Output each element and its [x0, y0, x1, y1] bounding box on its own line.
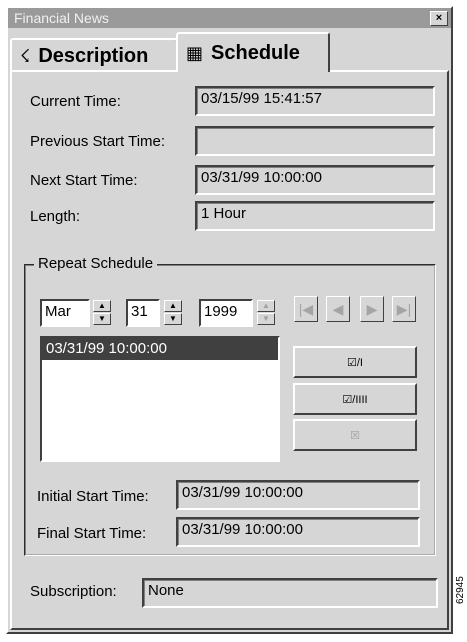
remove-date-button[interactable]: ☒ [293, 419, 417, 451]
initial-start-time-label: Initial Start Time: [37, 488, 149, 505]
subscription-label: Subscription: [30, 583, 117, 600]
year-spin-down-button[interactable]: ▼ [257, 313, 275, 325]
final-start-time-field: 03/31/99 10:00:00 [176, 517, 420, 547]
first-date-button[interactable]: |◀ [294, 296, 318, 322]
month-spinner-input[interactable]: Mar [40, 299, 90, 327]
day-spin-down-button[interactable]: ▼ [164, 313, 182, 325]
day-spinner-input[interactable]: 31 [126, 299, 160, 327]
figure-id-code: 62945 [455, 576, 466, 604]
length-field: 1 Hour [195, 201, 435, 231]
tab-description-label: Description [38, 44, 149, 67]
tab-description[interactable]: ☇ Description [10, 38, 178, 72]
next-start-time-label: Next Start Time: [30, 172, 138, 189]
current-time-label: Current Time: [30, 93, 121, 110]
month-spin-up-button[interactable]: ▲ [93, 300, 111, 312]
calendar-icon: ▦ [186, 42, 204, 63]
year-spinner-input[interactable]: 1999 [199, 299, 253, 327]
add-single-date-button[interactable]: ☑/I [293, 346, 417, 378]
title-bar[interactable]: Financial News × [8, 8, 451, 28]
satellite-dish-icon: ☇ [20, 45, 31, 66]
subscription-field: None [142, 578, 438, 608]
day-spin-up-button[interactable]: ▲ [164, 300, 182, 312]
add-multiple-dates-button[interactable]: ☑/IIII [293, 383, 417, 415]
previous-start-time-field [195, 126, 435, 156]
close-button[interactable]: × [430, 11, 448, 26]
initial-start-time-field: 03/31/99 10:00:00 [176, 480, 420, 510]
year-spin-up-button[interactable]: ▲ [257, 300, 275, 312]
tab-schedule[interactable]: ▦ Schedule [176, 32, 330, 72]
current-time-field: 03/15/99 15:41:57 [195, 86, 435, 116]
month-spin-down-button[interactable]: ▼ [93, 313, 111, 325]
window-title: Financial News [14, 10, 109, 26]
final-start-time-label: Final Start Time: [37, 525, 147, 542]
tab-schedule-label: Schedule [211, 41, 300, 64]
repeat-schedule-legend: Repeat Schedule [34, 255, 158, 272]
previous-date-button[interactable]: ◀ [326, 296, 350, 322]
last-date-button[interactable]: ▶| [392, 296, 416, 322]
next-start-time-field: 03/31/99 10:00:00 [195, 165, 435, 195]
next-date-button[interactable]: ▶ [360, 296, 384, 322]
length-label: Length: [30, 208, 81, 225]
list-item[interactable]: 03/31/99 10:00:00 [42, 338, 278, 360]
previous-start-time-label: Previous Start Time: [30, 133, 166, 150]
